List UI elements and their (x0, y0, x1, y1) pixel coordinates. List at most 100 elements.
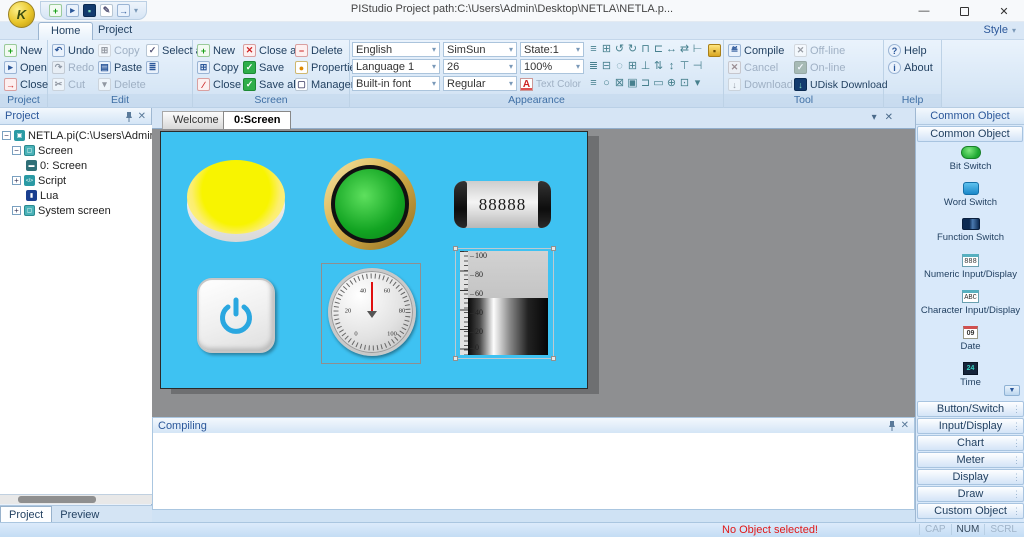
align-tool-icon[interactable]: ⊣ (691, 59, 704, 74)
redo-button[interactable]: Redo (50, 59, 96, 76)
align-tool-icon[interactable]: ⇄ (678, 42, 691, 57)
expand-icon[interactable]: + (12, 176, 21, 185)
accordion-meter[interactable]: Meter (917, 452, 1024, 468)
tree-node-root[interactable]: − ▣ NETLA.pi(C:\Users\Admin\Des (0, 128, 152, 143)
align-tool-icon[interactable]: ↕ (665, 59, 678, 74)
collapse-icon[interactable]: − (12, 146, 21, 155)
screen-new-button[interactable]: New (195, 42, 241, 59)
align-tool-icon[interactable]: ≡ (587, 42, 600, 57)
object-item-character[interactable]: ABC Character Input/Display (916, 288, 1024, 324)
pin-icon[interactable] (888, 420, 896, 431)
paste-button[interactable]: Paste (96, 59, 144, 76)
align-tool-icon[interactable]: ⊞ (600, 42, 613, 57)
maximize-button[interactable] (944, 0, 984, 22)
offline-button[interactable]: Off-line (792, 42, 884, 59)
object-item-numeric[interactable]: 888 Numeric Input/Display (916, 252, 1024, 288)
zoom-select[interactable]: 100%▾ (520, 59, 584, 74)
gauge-widget[interactable]: 0 20 40 60 80 100 (328, 268, 416, 356)
selection-handle[interactable] (453, 246, 458, 251)
close-all-button[interactable]: Close all (241, 42, 293, 59)
align-tool-icon[interactable]: ⊏ (652, 42, 665, 57)
align-tool-icon[interactable]: ⊕ (665, 76, 678, 91)
align-tool-icon[interactable]: ⊞ (626, 59, 639, 74)
object-item-bit-switch[interactable]: Bit Switch (916, 144, 1024, 180)
tank-widget[interactable]: 100 80 60 40 20 0 (460, 251, 548, 355)
bottom-tab-preview[interactable]: Preview (52, 506, 107, 522)
open-button[interactable]: Open (2, 59, 45, 76)
align-tool-icon[interactable]: ⊤ (678, 59, 691, 74)
accordion-display[interactable]: Display (917, 469, 1024, 485)
expand-icon[interactable]: + (12, 206, 21, 215)
object-item-word-switch[interactable]: Word Switch (916, 180, 1024, 216)
screen-canvas[interactable]: 88888 0 20 40 (160, 131, 588, 389)
copy-button[interactable]: Copy (96, 42, 144, 59)
align-tool-icon[interactable]: ⇅ (652, 59, 665, 74)
language-select[interactable]: English▾ (352, 42, 440, 57)
style-dropdown[interactable]: Style ▾ (984, 24, 1016, 36)
font-select[interactable]: SimSun▾ (443, 42, 517, 57)
bottom-tab-project[interactable]: Project (0, 506, 52, 522)
udisk-download-button[interactable]: UDisk Download (792, 76, 884, 93)
align-tool-icon[interactable]: ○ (600, 76, 613, 91)
state-select[interactable]: State:1▾ (520, 42, 584, 57)
font-size-select[interactable]: 26▾ (443, 59, 517, 74)
section-common-object[interactable]: Common Object (917, 126, 1023, 142)
power-button-widget[interactable] (197, 278, 275, 353)
screen-copy-button[interactable]: Copy (195, 59, 241, 76)
tree-node-screen[interactable]: − ▢ Screen (0, 143, 152, 158)
align-tool-icon[interactable]: ≡ (587, 76, 600, 91)
font-source-select[interactable]: Built-in font▾ (352, 76, 440, 91)
tree-node-script[interactable]: + </> Script (0, 173, 152, 188)
new-button[interactable]: New (2, 42, 45, 59)
align-tool-icon[interactable]: ▣ (626, 76, 639, 91)
help-button[interactable]: Help (886, 42, 939, 59)
align-tool-icon[interactable]: ⊡ (678, 76, 691, 91)
horizontal-scrollbar[interactable] (0, 495, 152, 504)
align-tool-icon[interactable]: ◌ (613, 59, 626, 74)
collapse-icon[interactable]: − (2, 131, 11, 140)
selection-handle[interactable] (453, 356, 458, 361)
about-button[interactable]: About (886, 59, 939, 76)
tab-close-icon[interactable]: ✕ (885, 112, 893, 123)
cut-button[interactable]: Cut (50, 76, 96, 93)
font-style-select[interactable]: Regular▾ (443, 76, 517, 91)
app-logo-icon[interactable]: K (8, 1, 35, 28)
align-tool-icon[interactable]: ⊓ (639, 42, 652, 57)
align-tool-icon[interactable]: ▭ (652, 76, 665, 91)
canvas-area[interactable]: 88888 0 20 40 (152, 129, 915, 417)
accordion-button-switch[interactable]: Button/Switch (917, 401, 1024, 417)
align-tool-icon[interactable]: ⊟ (600, 59, 613, 74)
online-button[interactable]: On-line (792, 59, 884, 76)
undo-button[interactable]: Undo (50, 42, 96, 59)
text-color-button[interactable]: AText Color (520, 76, 584, 93)
download-button[interactable]: Download (726, 76, 792, 93)
cancel-button[interactable]: Cancel (726, 59, 792, 76)
close-project-button[interactable]: Close (2, 76, 45, 93)
save-all-button[interactable]: Save all (241, 76, 293, 93)
tank-selection-box[interactable]: 100 80 60 40 20 0 (455, 248, 554, 359)
project-panel-close-icon[interactable]: ✕ (138, 111, 146, 122)
tree-node-system-screen[interactable]: + ▢ System screen (0, 203, 152, 218)
align-tool-icon[interactable]: ▾ (691, 76, 704, 91)
scrollbar-thumb[interactable] (18, 496, 96, 503)
align-tool-icon[interactable]: ⊥ (639, 59, 652, 74)
save-button[interactable]: Save (241, 59, 293, 76)
screen-close-button[interactable]: Close (195, 76, 241, 93)
numeric-display-widget[interactable]: 88888 (454, 181, 551, 228)
gauge-selection-box[interactable]: 0 20 40 60 80 100 (321, 263, 421, 364)
accordion-custom-object[interactable]: Custom Object (917, 503, 1024, 519)
compile-button[interactable]: Compile (726, 42, 792, 59)
minimize-button[interactable]: — (904, 0, 944, 22)
pin-icon[interactable] (125, 111, 133, 122)
accordion-chart[interactable]: Chart (917, 435, 1024, 451)
tab-welcome[interactable]: Welcome (162, 111, 230, 129)
close-button[interactable]: ✕ (984, 0, 1024, 22)
accordion-draw[interactable]: Draw (917, 486, 1024, 502)
tab-list-dropdown-icon[interactable]: ▾ (872, 112, 877, 123)
tab-screen0[interactable]: 0:Screen (223, 111, 291, 129)
tree-node-screen0[interactable]: ▬ 0: Screen (0, 158, 152, 173)
object-item-date[interactable]: 09 Date (916, 324, 1024, 360)
selection-handle[interactable] (551, 246, 556, 251)
align-tool-icon[interactable]: ⊐ (639, 76, 652, 91)
tab-project[interactable]: Project (86, 22, 144, 40)
